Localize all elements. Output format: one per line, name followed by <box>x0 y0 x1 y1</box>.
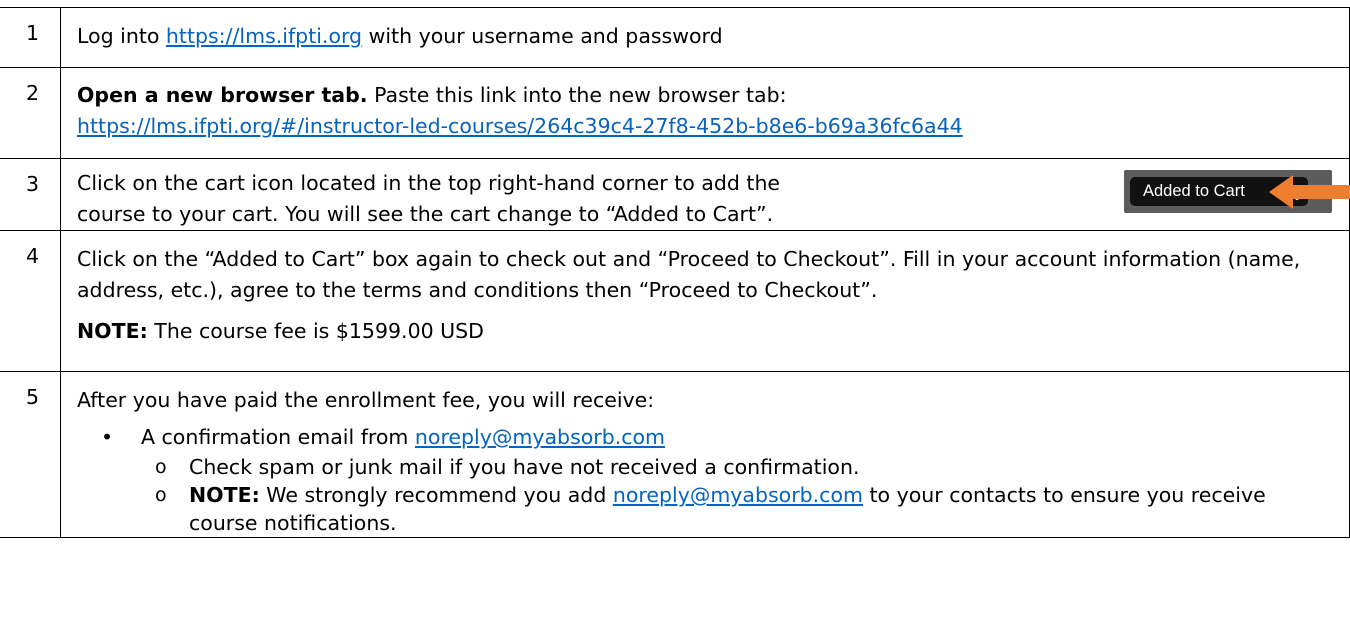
step-text: Open a new browser tab. Paste this link … <box>77 83 963 138</box>
step-number: 2 <box>26 81 40 105</box>
step-row: 5 After you have paid the enrollment fee… <box>0 371 1350 538</box>
step-row: 1 Log into https://lms.ifpti.org with yo… <box>0 7 1350 68</box>
step-number: 5 <box>26 385 40 409</box>
fee-note: NOTE: The course fee is $1599.00 USD <box>77 319 484 343</box>
note-label: NOTE: <box>77 319 148 343</box>
step-bold-instruction: Open a new browser tab. <box>77 83 368 107</box>
step-number: 4 <box>26 244 40 268</box>
step-text: After you have paid the enrollment fee, … <box>77 388 655 412</box>
steps-table: 1 Log into https://lms.ifpti.org with yo… <box>0 7 1350 538</box>
note-label: NOTE: <box>189 483 260 507</box>
step-content: Log into https://lms.ifpti.org with your… <box>60 7 1350 68</box>
step-text: Log into https://lms.ifpti.org with your… <box>77 24 723 48</box>
list-item: • A confirmation email from noreply@myab… <box>77 422 1339 537</box>
step-number: 1 <box>26 21 40 45</box>
circle-bullet-icon: o <box>155 484 167 506</box>
step-content: Open a new browser tab. Paste this link … <box>60 67 1350 159</box>
course-link[interactable]: https://lms.ifpti.org/#/instructor-led-c… <box>77 114 963 138</box>
bullet-icon: • <box>101 425 114 449</box>
lms-login-link[interactable]: https://lms.ifpti.org <box>166 24 362 48</box>
step-content: Click on the cart icon located in the to… <box>60 158 1350 231</box>
step-row: 2 Open a new browser tab. Paste this lin… <box>0 67 1350 159</box>
step-number-cell: 2 <box>0 67 61 159</box>
circle-bullet-icon: o <box>155 456 167 478</box>
step-number-cell: 1 <box>0 7 61 68</box>
sub-list-item: o NOTE: We strongly recommend you add no… <box>155 483 1266 535</box>
step-number-cell: 3 <box>0 158 61 231</box>
step-content: After you have paid the enrollment fee, … <box>60 371 1350 538</box>
sub-list: o Check spam or junk mail if you have no… <box>141 453 1339 537</box>
sub-list-item: o Check spam or junk mail if you have no… <box>155 455 860 479</box>
noreply-email-link[interactable]: noreply@myabsorb.com <box>613 483 863 507</box>
step-content: Click on the “Added to Cart” box again t… <box>60 230 1350 372</box>
step-number: 3 <box>26 172 40 196</box>
noreply-email-link[interactable]: noreply@myabsorb.com <box>415 425 665 449</box>
step-number-cell: 5 <box>0 371 61 538</box>
orange-arrow-icon <box>1269 175 1350 209</box>
bullet-list: • A confirmation email from noreply@myab… <box>77 422 1339 537</box>
step-row: 4 Click on the “Added to Cart” box again… <box>0 230 1350 372</box>
step-row: 3 Click on the cart icon located in the … <box>0 158 1350 231</box>
step-text: Click on the “Added to Cart” box again t… <box>77 247 1301 302</box>
step-number-cell: 4 <box>0 230 61 372</box>
